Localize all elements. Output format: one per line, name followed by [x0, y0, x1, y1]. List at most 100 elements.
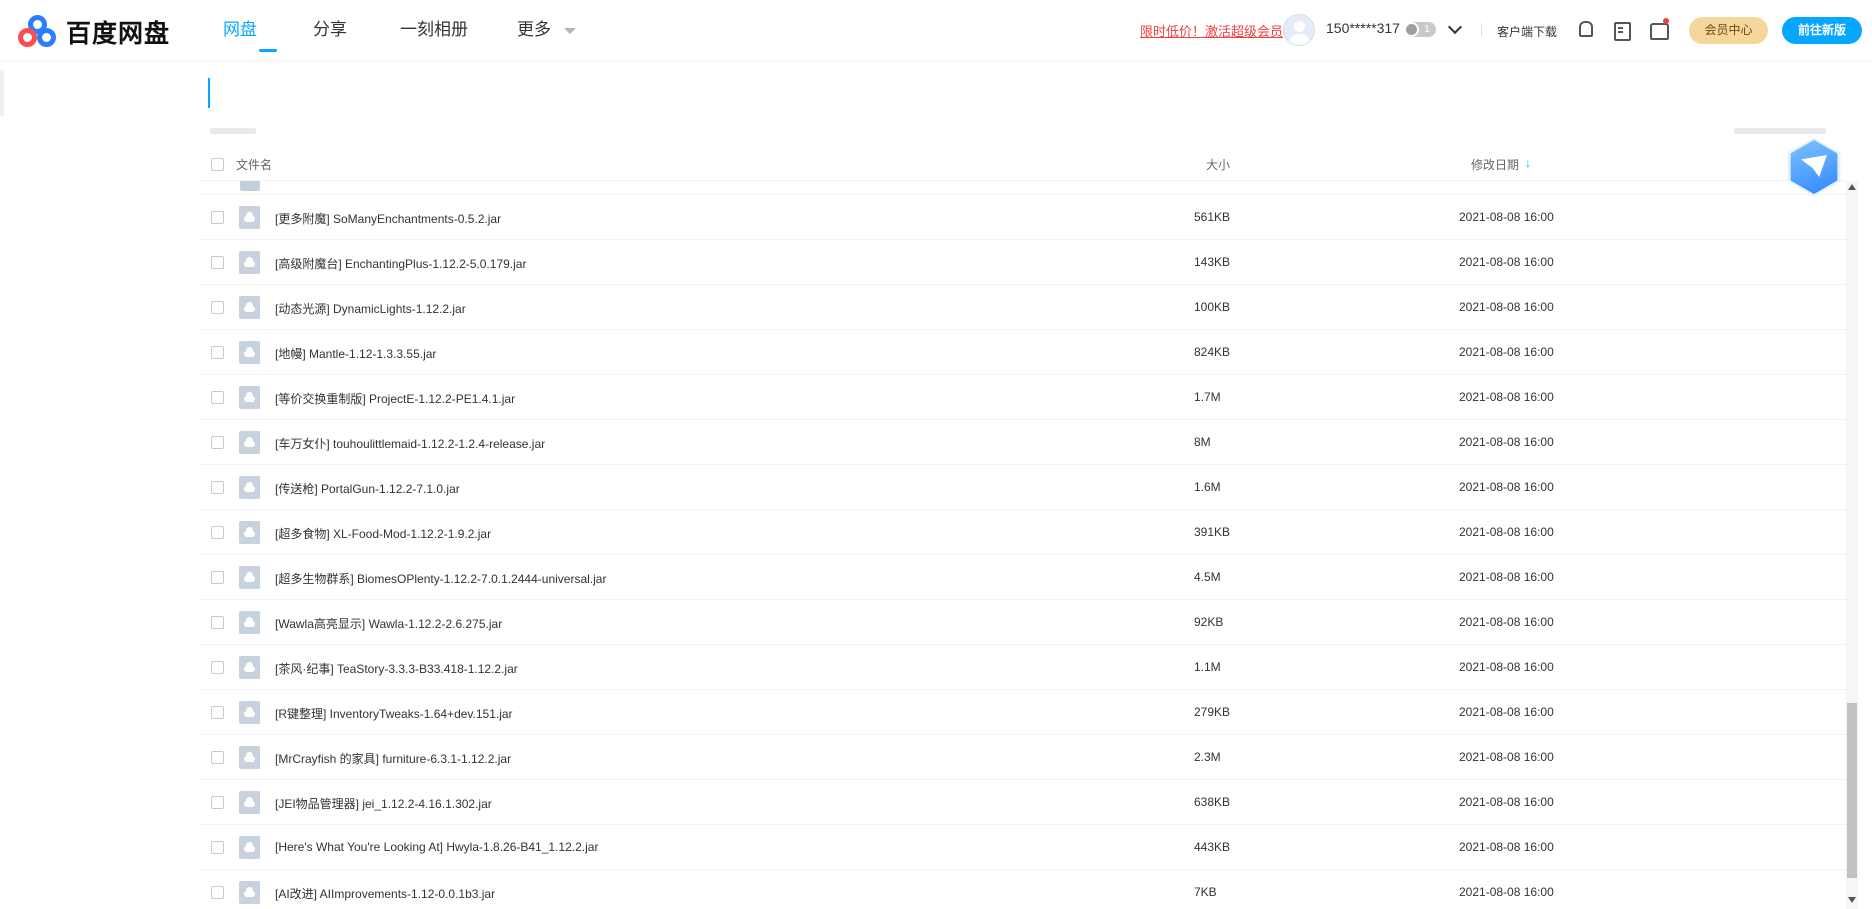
row-checkbox[interactable]: [211, 751, 224, 764]
file-name[interactable]: [地幔] Mantle-1.12-1.3.3.55.jar: [275, 345, 436, 362]
file-row[interactable]: [茶风·纪事] TeaStory-3.3.3-B33.418-1.12.2.ja…: [200, 645, 1846, 690]
scroll-down-arrow-icon[interactable]: [1848, 897, 1856, 903]
chevron-down-icon[interactable]: [1447, 19, 1463, 35]
file-date: 2021-08-08 16:00: [1459, 840, 1554, 854]
client-download-link[interactable]: 客户端下载: [1497, 23, 1557, 40]
file-type-icon: [239, 206, 260, 229]
row-checkbox[interactable]: [211, 571, 224, 584]
username[interactable]: 150*****317: [1326, 20, 1400, 36]
nav-tab-share[interactable]: 分享: [313, 0, 400, 60]
bell-icon[interactable]: [1576, 20, 1594, 38]
row-checkbox[interactable]: [211, 301, 224, 314]
row-checkbox[interactable]: [211, 706, 224, 719]
row-checkbox[interactable]: [211, 211, 224, 224]
member-center-button[interactable]: 会员中心: [1689, 17, 1768, 44]
file-type-icon: [239, 341, 260, 364]
file-row[interactable]: [高级附魔台] EnchantingPlus-1.12.2-5.0.179.ja…: [200, 240, 1846, 285]
file-size: 92KB: [1194, 615, 1224, 629]
file-date: 2021-08-08 16:00: [1459, 345, 1554, 359]
row-checkbox[interactable]: [211, 256, 224, 269]
file-size: 824KB: [1194, 345, 1231, 359]
logo[interactable]: 百度网盘: [18, 14, 170, 50]
file-name[interactable]: [更多附魔] SoManyEnchantments-0.5.2.jar: [275, 210, 501, 227]
file-type-icon: [239, 836, 260, 859]
file-date: 2021-08-08 16:00: [1459, 390, 1554, 404]
file-date: 2021-08-08 16:00: [1459, 750, 1554, 764]
nav-tab-more[interactable]: 更多: [517, 0, 576, 60]
file-row[interactable]: [MrCrayfish 的家具] furniture-6.3.1-1.12.2.…: [200, 735, 1846, 780]
file-type-icon: [239, 431, 260, 454]
file-name[interactable]: [动态光源] DynamicLights-1.12.2.jar: [275, 300, 466, 317]
row-checkbox[interactable]: [211, 886, 224, 899]
row-checkbox[interactable]: [211, 841, 224, 854]
column-header-date[interactable]: 修改日期: [1471, 156, 1519, 173]
column-header-name[interactable]: 文件名: [236, 156, 272, 173]
file-size: 8M: [1194, 435, 1211, 449]
scroll-thumb[interactable]: [1847, 703, 1857, 878]
row-checkbox[interactable]: [211, 391, 224, 404]
new-version-button[interactable]: 前往新版: [1782, 17, 1862, 44]
file-name[interactable]: [茶风·纪事] TeaStory-3.3.3-B33.418-1.12.2.ja…: [275, 660, 518, 677]
row-checkbox[interactable]: [211, 346, 224, 359]
file-name[interactable]: [Wawla高亮显示] Wawla-1.12.2-2.6.275.jar: [275, 615, 502, 632]
file-row[interactable]: [JEI物品管理器] jei_1.12.2-4.16.1.302.jar 638K…: [200, 780, 1846, 825]
nav-tab-label: 一刻相册: [400, 20, 468, 39]
file-name[interactable]: [车万女仆] touhoulittlemaid-1.12.2-1.2.4-rel…: [275, 435, 545, 452]
file-date: 2021-08-08 16:00: [1459, 210, 1554, 224]
file-name[interactable]: [等价交换重制版] ProjectE-1.12.2-PE1.4.1.jar: [275, 390, 515, 407]
nav-tab-label: 分享: [313, 20, 347, 39]
avatar[interactable]: [1283, 14, 1315, 46]
file-row[interactable]: [Wawla高亮显示] Wawla-1.12.2-2.6.275.jar 92KB…: [200, 600, 1846, 645]
file-date: 2021-08-08 16:00: [1459, 300, 1554, 314]
scrollbar[interactable]: [1846, 181, 1858, 909]
search-input[interactable]: [208, 78, 210, 108]
row-checkbox[interactable]: [211, 481, 224, 494]
promo-link[interactable]: 限时低价！激活超级会员: [1140, 21, 1283, 40]
file-name[interactable]: [MrCrayfish 的家具] furniture-6.3.1-1.12.2.…: [275, 750, 511, 767]
row-checkbox[interactable]: [211, 616, 224, 629]
row-checkbox[interactable]: [211, 796, 224, 809]
file-row[interactable]: [更多附魔] SoManyEnchantments-0.5.2.jar 561KB…: [200, 195, 1846, 240]
main-nav: 网盘 分享 一刻相册 更多: [220, 0, 576, 60]
file-row[interactable]: [超多生物群系] BiomesOPlenty-1.12.2-7.0.1.2444…: [200, 555, 1846, 600]
file-type-icon: [239, 791, 260, 814]
file-name[interactable]: [高级附魔台] EnchantingPlus-1.12.2-5.0.179.ja…: [275, 255, 526, 272]
file-row[interactable]: [传送枪] PortalGun-1.12.2-7.1.0.jar 1.6M 2021…: [200, 465, 1846, 510]
file-type-icon: [239, 251, 260, 274]
file-name[interactable]: [JEI物品管理器] jei_1.12.2-4.16.1.302.jar: [275, 795, 492, 812]
clipboard-icon[interactable]: [1612, 20, 1631, 41]
file-row[interactable]: [Here's What You're Looking At] Hwyla-1.…: [200, 825, 1846, 870]
file-row[interactable]: [地幔] Mantle-1.12-1.3.3.55.jar 824KB 2021-0…: [200, 330, 1846, 375]
nav-tab-netdisk[interactable]: 网盘: [223, 0, 313, 60]
sidebar: [0, 60, 196, 909]
file-name[interactable]: [AI改进] AIImprovements-1.12-0.0.1b3.jar: [275, 885, 495, 902]
file-type-icon: [239, 611, 260, 634]
scroll-up-arrow-icon[interactable]: [1848, 184, 1856, 190]
row-checkbox[interactable]: [211, 436, 224, 449]
file-date: 2021-08-08 16:00: [1459, 615, 1554, 629]
toolbar: [196, 60, 1872, 120]
file-row[interactable]: [动态光源] DynamicLights-1.12.2.jar 100KB 2021…: [200, 285, 1846, 330]
file-date: 2021-08-08 16:00: [1459, 885, 1554, 899]
file-name[interactable]: [Here's What You're Looking At] Hwyla-1.…: [275, 840, 598, 854]
file-size: 7KB: [1194, 885, 1217, 899]
file-size: 4.5M: [1194, 570, 1221, 584]
file-name[interactable]: [超多生物群系] BiomesOPlenty-1.12.2-7.0.1.2444…: [275, 570, 606, 587]
row-checkbox[interactable]: [211, 661, 224, 674]
file-name[interactable]: [传送枪] PortalGun-1.12.2-7.1.0.jar: [275, 480, 460, 497]
file-row[interactable]: [超多食物] XL-Food-Mod-1.12.2-1.9.2.jar 391KB…: [200, 510, 1846, 555]
file-size: 1.7M: [1194, 390, 1221, 404]
file-row[interactable]: [R键整理] InventoryTweaks-1.64+dev.151.jar 2…: [200, 690, 1846, 735]
file-row[interactable]: [车万女仆] touhoulittlemaid-1.12.2-1.2.4-rel…: [200, 420, 1846, 465]
row-checkbox[interactable]: [211, 526, 224, 539]
column-header-size[interactable]: 大小: [1206, 156, 1230, 173]
nav-tab-album[interactable]: 一刻相册: [400, 0, 517, 60]
file-row[interactable]: [AI改进] AIImprovements-1.12-0.0.1b3.jar 7K…: [200, 870, 1846, 909]
faded-status-text: [1734, 128, 1826, 134]
file-name[interactable]: [超多食物] XL-Food-Mod-1.12.2-1.9.2.jar: [275, 525, 491, 542]
select-all-checkbox[interactable]: [211, 158, 224, 171]
file-name[interactable]: [R键整理] InventoryTweaks-1.64+dev.151.jar: [275, 705, 513, 722]
file-type-icon: [239, 881, 260, 904]
sort-desc-arrow-icon[interactable]: ↓: [1525, 156, 1531, 170]
file-row[interactable]: [等价交换重制版] ProjectE-1.12.2-PE1.4.1.jar 1.7…: [200, 375, 1846, 420]
